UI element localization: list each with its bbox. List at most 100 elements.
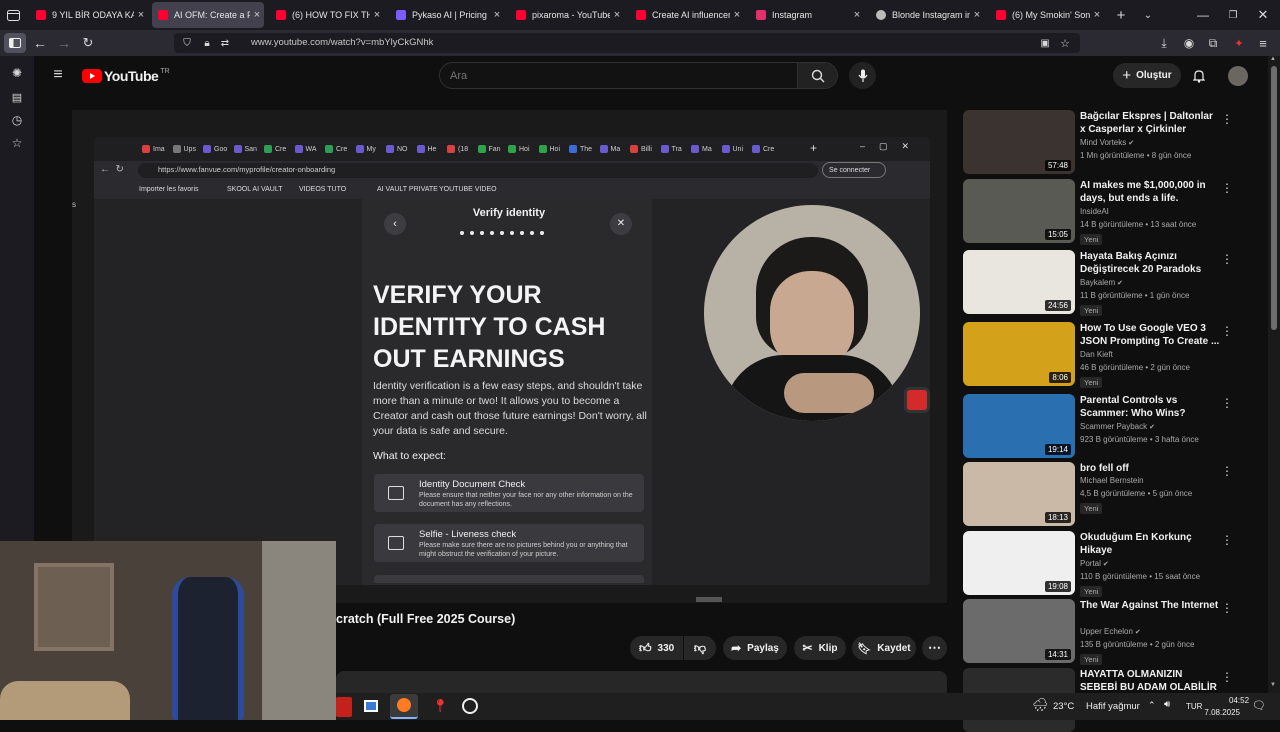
account-icon[interactable]: ◉ bbox=[1181, 34, 1197, 52]
video-title[interactable]: The War Against The Internet bbox=[1080, 599, 1220, 612]
close-tab-icon[interactable]: × bbox=[730, 9, 744, 21]
browser-tab[interactable]: Create AI influencers lik× bbox=[630, 2, 744, 28]
notifications-bell-icon[interactable] bbox=[1190, 66, 1208, 86]
clip-button[interactable]: ✂︎ Klip bbox=[794, 636, 846, 660]
speaker-icon[interactable]: 🔊︎ bbox=[1164, 699, 1170, 710]
reload-icon[interactable]: ↻ bbox=[80, 34, 96, 52]
video-thumbnail[interactable]: 8:06 bbox=[963, 322, 1075, 386]
scrollbar-thumb[interactable] bbox=[1271, 66, 1277, 330]
video-thumbnail[interactable]: 18:13 bbox=[963, 462, 1075, 526]
scrollbar-track[interactable]: ▲ ▼ bbox=[1268, 56, 1280, 693]
taskbar-red-app-icon[interactable] bbox=[336, 697, 352, 717]
share-button[interactable]: ➦ Paylaş bbox=[723, 636, 787, 660]
taskbar-maps-icon[interactable]: 📍︎ bbox=[432, 698, 449, 714]
video-title[interactable]: HAYATTA OLMANIZIN SEBEBİ BU ADAM OLABİLİ… bbox=[1080, 668, 1220, 694]
video-title[interactable]: Bağcılar Ekspres | Daltonlar x Casperlar… bbox=[1080, 110, 1220, 136]
weather-icon[interactable]: 🌧︎ bbox=[1032, 697, 1049, 713]
save-button[interactable]: 🔖︎ Kaydet bbox=[852, 636, 916, 660]
download-icon[interactable]: ⤓ bbox=[1156, 34, 1172, 52]
browser-tab[interactable]: Pykaso AI | Pricing × bbox=[390, 2, 504, 28]
url-text[interactable]: www.youtube.com/watch?v=mbYlyCkGNhk bbox=[251, 37, 433, 48]
extensions-icon[interactable]: ⧉ bbox=[1205, 34, 1221, 52]
forward-icon[interactable]: → bbox=[56, 34, 72, 52]
channel-name[interactable]: Portal ✔︎ bbox=[1080, 559, 1109, 568]
tray-chevron-icon[interactable]: ⌃ bbox=[1148, 700, 1156, 711]
browser-tab[interactable]: Blonde Instagram influe× bbox=[870, 2, 984, 28]
browser-tab[interactable]: pixaroma - YouTube × bbox=[510, 2, 624, 28]
like-button[interactable]: 👍︎ 330 bbox=[630, 636, 683, 660]
dislike-button[interactable]: 👎︎ bbox=[684, 636, 716, 660]
channel-name[interactable]: InsideAI bbox=[1080, 207, 1109, 216]
weather-desc[interactable]: Hafif yağmur bbox=[1086, 701, 1140, 712]
scroll-down-icon[interactable]: ▼ bbox=[1270, 682, 1276, 688]
tab-overflow-chevron-icon[interactable]: ⌄ bbox=[1140, 5, 1156, 25]
video-title[interactable]: Okuduğum En Korkunç Hikaye bbox=[1080, 531, 1220, 557]
recommended-video[interactable]: 18:13 bro fell off Michael Bernstein 4,5 B … bbox=[963, 462, 1263, 526]
youtube-logo[interactable]: YouTube TR bbox=[82, 66, 170, 86]
browser-tab[interactable]: 9 YIL BİR ODAYA KAPATI× bbox=[30, 2, 148, 28]
close-tab-icon[interactable]: × bbox=[250, 9, 264, 21]
channel-name[interactable]: Baykalem ✔︎ bbox=[1080, 278, 1123, 287]
video-menu-icon[interactable]: ⋮ bbox=[1221, 112, 1233, 126]
recommended-video[interactable]: 15:05 AI makes me $1,000,000 in days, but… bbox=[963, 179, 1263, 245]
bookmarks-icon[interactable]: ☆ bbox=[8, 134, 26, 152]
close-tab-icon[interactable]: × bbox=[134, 9, 148, 21]
search-button[interactable] bbox=[797, 63, 837, 88]
menu-icon[interactable]: ≡ bbox=[1255, 34, 1271, 52]
close-tab-icon[interactable]: × bbox=[850, 9, 864, 21]
clock-date[interactable]: 7.08.2025 bbox=[1204, 708, 1240, 717]
taskbar-obs-icon[interactable] bbox=[462, 698, 478, 714]
address-bar[interactable]: ⛉ 🔒︎ ⇄ www.youtube.com/watch?v=mbYlyCkGN… bbox=[174, 33, 1080, 53]
channel-name[interactable]: Upper Echelon ✔︎ bbox=[1080, 627, 1141, 636]
browser-tab[interactable]: AI OFM: Create a P × bbox=[152, 2, 264, 28]
video-menu-icon[interactable]: ⋮ bbox=[1221, 181, 1233, 195]
ai-chat-icon[interactable]: ✺ bbox=[8, 64, 26, 82]
recommended-video[interactable]: 14:31 The War Against The Internet Upper E… bbox=[963, 599, 1263, 665]
video-thumbnail[interactable]: 14:31 bbox=[963, 599, 1075, 663]
video-title[interactable]: AI makes me $1,000,000 in days, but ends… bbox=[1080, 179, 1220, 205]
recommended-video[interactable]: 24:56 Hayata Bakış Açınızı Değiştirecek 2… bbox=[963, 250, 1263, 316]
recommended-video[interactable]: 19:08 Okuduğum En Korkunç Hikaye Portal ✔︎… bbox=[963, 531, 1263, 597]
close-tab-icon[interactable]: × bbox=[1090, 9, 1104, 21]
video-title[interactable]: Hayata Bakış Açınızı Değiştirecek 20 Par… bbox=[1080, 250, 1220, 276]
close-tab-icon[interactable]: × bbox=[970, 9, 984, 21]
shield-icon[interactable]: ⛉ bbox=[180, 35, 194, 51]
recommended-video[interactable]: 57:48 Bağcılar Ekspres | Daltonlar x Casp… bbox=[963, 110, 1263, 174]
search-input[interactable] bbox=[450, 67, 790, 85]
search-box[interactable] bbox=[439, 62, 838, 89]
extension-badge-icon[interactable]: ✦ bbox=[1231, 34, 1247, 52]
scroll-up-icon[interactable]: ▲ bbox=[1270, 56, 1276, 62]
reader-view-icon[interactable]: ▣ bbox=[1038, 35, 1052, 51]
synced-tabs-icon[interactable]: ▤ bbox=[8, 88, 26, 106]
video-title[interactable]: Parental Controls vs Scammer: Who Wins? bbox=[1080, 394, 1220, 420]
video-thumbnail[interactable]: 15:05 bbox=[963, 179, 1075, 243]
recommended-video[interactable]: 19:14 Parental Controls vs Scammer: Who W… bbox=[963, 394, 1263, 458]
maximize-button[interactable]: ❐ bbox=[1224, 5, 1242, 25]
video-thumbnail[interactable]: 24:56 bbox=[963, 250, 1075, 314]
browser-tab[interactable]: (6) HOW TO FIX THE PI× bbox=[270, 2, 384, 28]
video-menu-icon[interactable]: ⋮ bbox=[1221, 324, 1233, 338]
taskbar-firefox-icon[interactable] bbox=[390, 694, 418, 719]
video-title[interactable]: bro fell off bbox=[1080, 462, 1220, 475]
create-button[interactable]: + Oluştur bbox=[1113, 63, 1181, 88]
guide-menu-icon[interactable]: ≡ bbox=[48, 64, 68, 86]
browser-tab[interactable]: (6) My Smokin' Song -× bbox=[990, 2, 1104, 28]
avatar[interactable] bbox=[1228, 66, 1248, 86]
new-tab-button[interactable]: + bbox=[1112, 5, 1130, 25]
close-tab-icon[interactable]: × bbox=[490, 9, 504, 21]
video-menu-icon[interactable]: ⋮ bbox=[1221, 601, 1233, 615]
minimize-button[interactable]: — bbox=[1194, 5, 1212, 25]
history-icon[interactable]: ◷ bbox=[8, 111, 26, 129]
video-menu-icon[interactable]: ⋮ bbox=[1221, 533, 1233, 547]
lock-icon[interactable]: 🔒︎ bbox=[200, 35, 214, 51]
channel-name[interactable]: Scammer Payback ✔︎ bbox=[1080, 422, 1155, 431]
sidebar-toggle-icon[interactable] bbox=[4, 33, 26, 53]
video-thumbnail[interactable]: 57:48 bbox=[963, 110, 1075, 174]
browser-tab[interactable]: Instagram × bbox=[750, 2, 864, 28]
taskbar-app-window-icon[interactable] bbox=[364, 700, 378, 712]
channel-name[interactable]: Michael Bernstein bbox=[1080, 476, 1144, 485]
video-menu-icon[interactable]: ⋮ bbox=[1221, 464, 1233, 478]
close-window-button[interactable]: ✕ bbox=[1254, 5, 1272, 25]
video-thumbnail[interactable]: 19:14 bbox=[963, 394, 1075, 458]
video-thumbnail[interactable]: 19:08 bbox=[963, 531, 1075, 595]
